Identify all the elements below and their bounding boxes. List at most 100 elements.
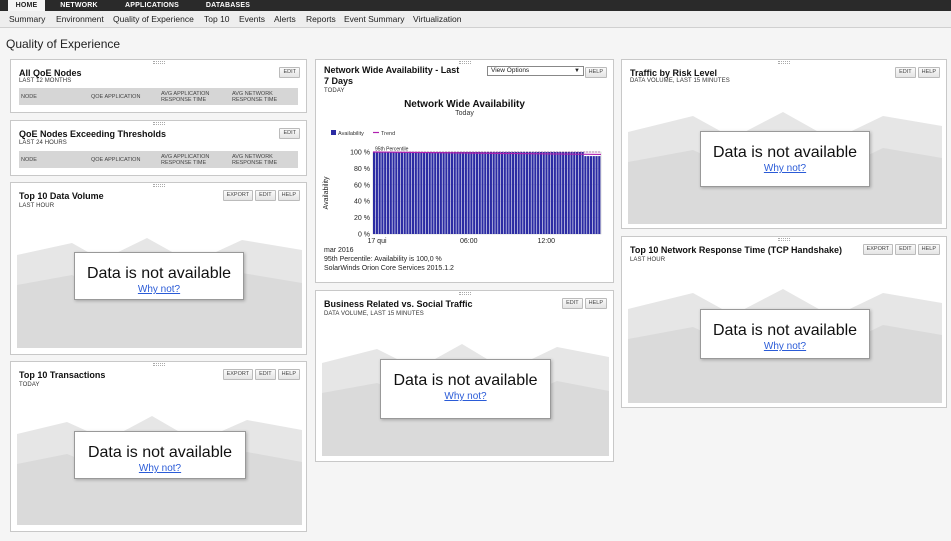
availability-bar [428,152,431,234]
edit-button[interactable]: EDIT [895,67,916,78]
column-header[interactable]: NODE [21,94,37,100]
drag-handle[interactable] [152,61,165,64]
subnav-alerts[interactable]: Alerts [274,14,296,24]
export-button[interactable]: EXPORT [222,369,254,380]
column-header[interactable]: NODE [21,157,37,163]
availability-bar [517,152,520,234]
availability-chart: Availability Trend0 %20 %40 %60 %80 %100 … [323,130,602,245]
drag-handle[interactable] [152,184,165,187]
chart-footer-date: mar 2016 [324,247,354,254]
why-not-link[interactable]: Why not? [75,284,243,295]
availability-bar [400,152,403,234]
column-header[interactable]: AVG APPLICATION RESPONSE TIME [161,91,221,103]
view-options-select[interactable]: View Options ▼ [487,66,584,76]
availability-bar [564,152,568,234]
edit-button[interactable]: EDIT [255,369,276,380]
availability-bar [409,152,412,234]
export-button[interactable]: EXPORT [862,244,894,255]
subnav-environment[interactable]: Environment [56,14,104,24]
help-button[interactable]: HELP [584,298,607,309]
availability-bar [514,152,517,234]
subnav-virtualization[interactable]: Virtualization [413,14,462,24]
availability-bar [523,152,526,234]
edit-button[interactable]: EDIT [895,244,916,255]
subnav-event-summary[interactable]: Event Summary [344,14,404,24]
availability-bar [445,152,448,234]
availability-bar [589,156,593,234]
not-available-message: Data is not available [712,144,858,161]
drag-handle[interactable] [458,292,471,295]
panel-title: Network Wide Availability - Last 7 Days [324,65,460,86]
availability-bar [495,152,498,234]
availability-bar [406,152,409,234]
subnav-quality-of-experience[interactable]: Quality of Experience [113,14,194,24]
drag-handle[interactable] [152,122,165,125]
subnav-reports[interactable]: Reports [306,14,336,24]
availability-bar [553,152,556,234]
availability-bar [375,152,378,234]
help-button[interactable]: HELP [917,67,940,78]
availability-bar [461,152,465,234]
availability-bar [562,152,565,234]
help-button[interactable]: HELP [277,190,300,201]
availability-bar [423,152,426,234]
edit-button[interactable]: EDIT [279,67,300,78]
availability-bar [481,152,484,234]
help-button[interactable]: HELP [584,67,607,78]
subnav-summary[interactable]: Summary [9,14,45,24]
column-header[interactable]: QOE APPLICATION [91,94,140,100]
page-title: Quality of Experience [6,37,121,51]
legend-swatch-availability [331,130,336,135]
drag-handle[interactable] [152,363,165,366]
drag-handle[interactable] [778,61,790,64]
data-not-available-box: Data is not available Why not? [380,359,551,419]
tab-home[interactable]: HOME [8,0,45,11]
availability-bar [448,152,451,234]
drag-handle[interactable] [458,61,471,64]
why-not-link[interactable]: Why not? [75,463,245,474]
top-nav: HOME NETWORK APPLICATIONS DATABASES [0,0,951,11]
availability-bar [550,152,554,234]
edit-button[interactable]: EDIT [562,298,583,309]
help-button[interactable]: HELP [917,244,940,255]
subnav-events[interactable]: Events [239,14,265,24]
availability-bar [434,152,437,234]
edit-button[interactable]: EDIT [255,190,276,201]
availability-bar [573,152,576,234]
column-header[interactable]: AVG NETWORK RESPONSE TIME [232,154,292,166]
availability-bar [575,152,579,234]
view-options-value: View Options [491,67,530,74]
availability-bar [425,152,429,234]
tab-applications[interactable]: APPLICATIONS [113,0,191,11]
why-not-link[interactable]: Why not? [701,341,869,352]
drag-handle[interactable] [778,238,790,241]
availability-bar [489,152,492,234]
why-not-link[interactable]: Why not? [701,163,869,174]
subnav-top-10[interactable]: Top 10 [204,14,230,24]
why-not-link[interactable]: Why not? [381,391,550,402]
availability-bar [570,152,573,234]
tab-databases[interactable]: DATABASES [195,0,261,11]
table-header: NODE QOE APPLICATION AVG APPLICATION RES… [19,151,298,168]
availability-bar [592,156,595,234]
tab-network[interactable]: NETWORK [50,0,108,11]
help-button[interactable]: HELP [277,369,300,380]
availability-bar [417,152,420,234]
availability-bar [545,152,548,234]
export-button[interactable]: EXPORT [222,190,254,201]
availability-bar [581,152,584,234]
y-axis-label: Availability [323,176,330,209]
availability-bar [456,152,459,234]
column-header[interactable]: AVG APPLICATION RESPONSE TIME [161,154,221,166]
availability-bar [398,152,401,234]
edit-button[interactable]: EDIT [279,128,300,139]
column-header[interactable]: QOE APPLICATION [91,157,140,163]
availability-bar [492,152,495,234]
y-tick-label: 20 % [354,215,370,222]
availability-bar [559,152,562,234]
column-header[interactable]: AVG NETWORK RESPONSE TIME [232,91,292,103]
panel-title: All QoE Nodes [19,68,82,78]
availability-bar [442,152,445,234]
availability-bar [453,152,456,234]
panel-subtitle: LAST 12 MONTHS [19,78,72,84]
